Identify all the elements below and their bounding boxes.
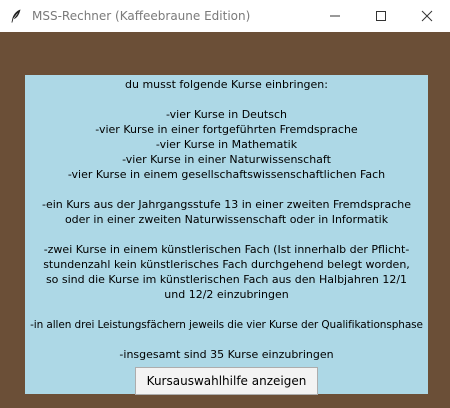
info-line: -vier Kurse in Deutsch xyxy=(166,108,287,121)
feather-icon xyxy=(8,8,24,24)
info-line: stundenzahl kein künstlerisches Fach dur… xyxy=(43,258,410,271)
window-controls xyxy=(312,0,450,32)
info-line: so sind die Kurse im künstlerischen Fach… xyxy=(45,273,408,286)
minimize-button[interactable] xyxy=(312,0,358,32)
app-window: MSS-Rechner (Kaffeebraune Edition) du mu… xyxy=(0,0,450,408)
maximize-icon xyxy=(376,11,386,21)
close-button[interactable] xyxy=(404,0,450,32)
title-bar[interactable]: MSS-Rechner (Kaffeebraune Edition) xyxy=(0,0,450,32)
info-line: -vier Kurse in einem gesellschaftswissen… xyxy=(67,168,386,181)
info-line: du musst folgende Kurse einbringen: xyxy=(125,78,328,91)
info-line: -vier Kurse in Mathematik xyxy=(155,138,298,151)
maximize-button[interactable] xyxy=(358,0,404,32)
client-area: du musst folgende Kurse einbringen: -vie… xyxy=(0,32,450,408)
minimize-icon xyxy=(330,15,340,17)
info-line: -insgesamt sind 35 Kurse einzubringen xyxy=(119,348,334,361)
info-panel: du musst folgende Kurse einbringen: -vie… xyxy=(25,75,428,394)
info-line: oder in einer zweiten Naturwissenschaft … xyxy=(64,213,389,226)
info-line: -vier Kurse in einer fortgeführten Fremd… xyxy=(95,123,358,136)
info-line: -zwei Kurse in einem künstlerischen Fach… xyxy=(43,243,410,256)
info-line: -vier Kurse in einer Naturwissenschaft xyxy=(122,153,331,166)
info-line: -ein Kurs aus der Jahrgangsstufe 13 in e… xyxy=(42,198,411,211)
info-line: und 12/2 einzubringen xyxy=(164,288,289,301)
window-title: MSS-Rechner (Kaffeebraune Edition) xyxy=(32,9,251,23)
show-course-helper-button[interactable]: Kursauswahlhilfe anzeigen xyxy=(135,367,318,395)
info-line: -in allen drei Leistungsfächern jeweils … xyxy=(30,319,423,331)
close-icon xyxy=(421,10,433,22)
